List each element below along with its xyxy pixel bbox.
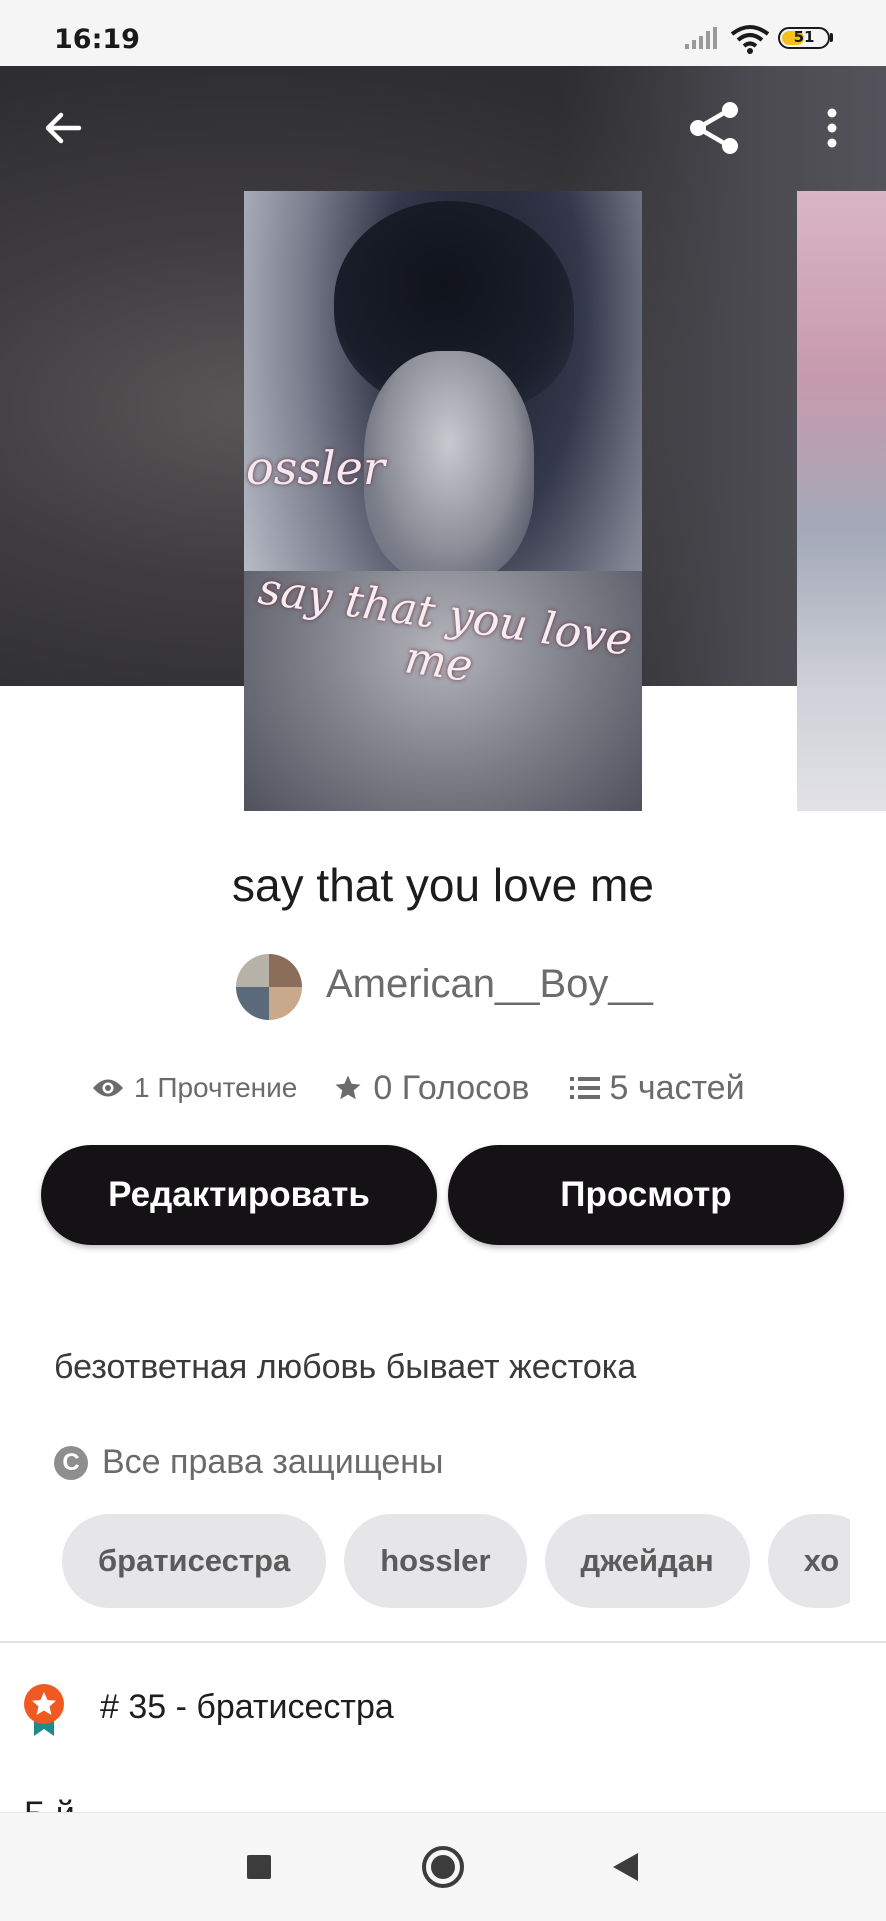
- back-button[interactable]: [27, 92, 99, 164]
- tag-chip[interactable]: хо: [767, 1514, 850, 1608]
- story-description: безответная любовь бывает жестока: [54, 1348, 637, 1386]
- tag-list: братисестра hossler джейдан хо: [62, 1514, 850, 1608]
- star-icon: [335, 1075, 361, 1100]
- parts-stat: 5 частей: [569, 1068, 745, 1108]
- home-circle-icon: [422, 1846, 464, 1888]
- more-options-button[interactable]: [796, 92, 868, 164]
- battery-icon: 51: [778, 27, 830, 49]
- ranking-badge-icon: [24, 1684, 64, 1736]
- status-bar: 16:19 51: [0, 0, 886, 66]
- tag-chip[interactable]: hossler: [344, 1514, 527, 1608]
- battery-tip: [830, 33, 833, 42]
- back-nav-button[interactable]: [590, 1832, 660, 1902]
- more-vert-icon: [827, 108, 837, 148]
- story-stats: 1 Прочтение 0 Голосов 5 частей: [92, 1066, 785, 1110]
- votes-count: 0 Голосов: [373, 1068, 530, 1107]
- share-icon: [690, 102, 738, 154]
- square-icon: [247, 1855, 271, 1879]
- author-avatar[interactable]: [236, 954, 302, 1020]
- recents-button[interactable]: [224, 1832, 294, 1902]
- signal-icon: [685, 27, 717, 49]
- ranking-text[interactable]: # 35 - братисестра: [100, 1688, 394, 1727]
- home-button[interactable]: [408, 1832, 478, 1902]
- tag-chip[interactable]: джейдан: [544, 1514, 750, 1608]
- reads-stat: 1 Прочтение: [92, 1072, 297, 1104]
- list-icon: [569, 1077, 600, 1099]
- parts-count: 5 частей: [609, 1068, 745, 1107]
- triangle-back-icon: [613, 1853, 638, 1881]
- status-time: 16:19: [54, 24, 140, 55]
- edit-button[interactable]: Редактировать: [41, 1145, 437, 1245]
- copyright-text: Все права защищены: [102, 1443, 444, 1481]
- section-divider: [0, 1641, 886, 1643]
- next-cover-preview[interactable]: [797, 191, 886, 811]
- author-name[interactable]: American__Boy__: [326, 962, 653, 1007]
- cover-script-top: ossler: [246, 441, 385, 495]
- tag-chip[interactable]: братисестра: [62, 1514, 327, 1608]
- eye-icon: [93, 1079, 123, 1097]
- battery-level: 51: [793, 28, 815, 46]
- copyright-row: C Все права защищены: [54, 1443, 443, 1482]
- wifi-icon: [730, 25, 770, 54]
- next-section-heading: Б й: [24, 1795, 75, 1813]
- view-button[interactable]: Просмотр: [448, 1145, 844, 1245]
- copyright-icon: C: [54, 1445, 88, 1480]
- reads-count: 1 Прочтение: [134, 1072, 298, 1103]
- cover-face-shape: [364, 351, 534, 581]
- share-button[interactable]: [678, 92, 750, 164]
- votes-stat: 0 Голосов: [333, 1068, 530, 1108]
- story-cover-image[interactable]: ossler say that you love me: [244, 191, 642, 811]
- story-title: say that you love me: [232, 859, 654, 911]
- arrow-left-icon: [45, 112, 82, 144]
